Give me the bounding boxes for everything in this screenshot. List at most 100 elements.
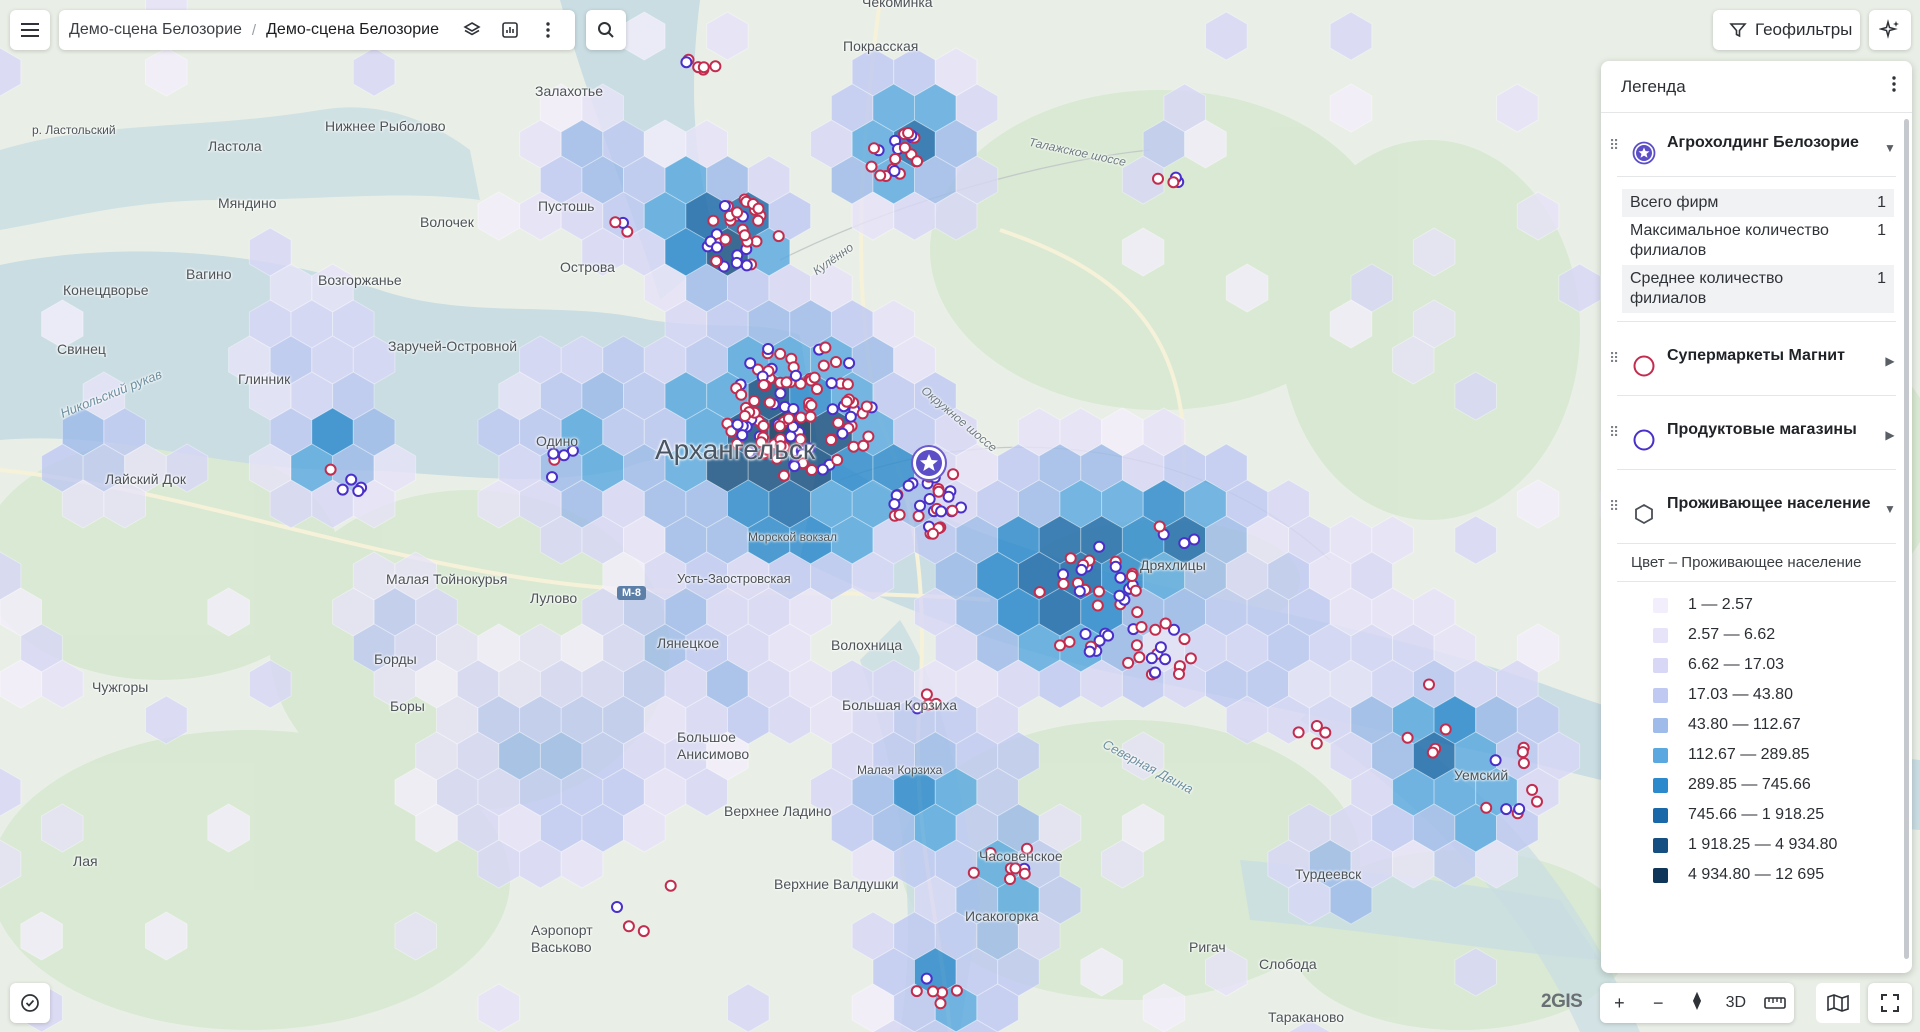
3d-toggle-button[interactable]: 3D (1716, 994, 1755, 1012)
magnit-store-marker[interactable] (1130, 639, 1143, 652)
magnit-store-marker[interactable] (934, 997, 947, 1010)
grocery-store-marker[interactable] (825, 377, 838, 390)
magnit-store-marker[interactable] (664, 879, 677, 892)
magnit-store-marker[interactable] (738, 410, 751, 422)
grocery-store-marker[interactable] (558, 449, 570, 462)
grocery-store-marker[interactable] (718, 200, 731, 212)
magnit-store-marker[interactable] (697, 61, 710, 74)
magnit-store-marker[interactable] (1149, 623, 1162, 636)
grocery-store-marker[interactable] (774, 387, 787, 400)
grocery-store-marker[interactable] (789, 369, 802, 382)
magnit-store-marker[interactable] (865, 160, 878, 173)
magnit-store-marker[interactable] (1004, 873, 1016, 885)
grocery-store-marker[interactable] (1513, 803, 1526, 815)
magnit-store-marker[interactable] (719, 233, 732, 246)
magnit-store-marker[interactable] (752, 202, 765, 215)
magnit-store-marker[interactable] (950, 984, 963, 997)
fullscreen-button[interactable] (1868, 983, 1912, 1023)
grocery-store-marker[interactable] (611, 901, 623, 913)
legend-layer-agroholding[interactable]: ⠿ Агрохолдинг Белозорие ▼ (1601, 113, 1912, 176)
magnit-store-marker[interactable] (738, 229, 751, 242)
ai-assistant-button[interactable] (1869, 10, 1911, 50)
legend-layer-magnit[interactable]: ⠿ Супермаркеты Магнит ▶ (1601, 322, 1912, 395)
grocery-store-marker[interactable] (1149, 666, 1162, 679)
magnit-store-marker[interactable] (1167, 176, 1180, 189)
magnit-store-marker[interactable] (1057, 577, 1070, 590)
more-vertical-icon[interactable] (1892, 76, 1896, 97)
grocery-store-marker[interactable] (1073, 585, 1086, 598)
magnit-store-marker[interactable] (1009, 862, 1022, 875)
magnit-store-marker[interactable] (1159, 617, 1172, 630)
magnit-store-marker[interactable] (947, 468, 960, 481)
magnit-store-marker[interactable] (757, 419, 770, 432)
magnit-store-marker[interactable] (1516, 746, 1529, 759)
history-button[interactable] (10, 983, 50, 1023)
magnit-store-marker[interactable] (811, 383, 823, 396)
magnit-store-marker[interactable] (831, 454, 844, 466)
magnit-store-marker[interactable] (868, 142, 880, 155)
magnit-store-marker[interactable] (707, 214, 720, 227)
grocery-store-marker[interactable] (1188, 533, 1201, 546)
magnit-store-marker[interactable] (772, 230, 785, 243)
magnit-store-marker[interactable] (1178, 633, 1191, 646)
magnit-store-marker[interactable] (898, 141, 911, 154)
more-vertical-icon[interactable] (531, 13, 565, 47)
magnit-store-marker[interactable] (1122, 656, 1135, 669)
magnit-store-marker[interactable] (778, 469, 790, 482)
magnit-store-marker[interactable] (710, 255, 723, 268)
grocery-store-marker[interactable] (935, 505, 948, 518)
magnit-store-marker[interactable] (324, 463, 337, 476)
grocery-store-marker[interactable] (1159, 653, 1172, 666)
magnit-store-marker[interactable] (773, 420, 786, 433)
magnit-store-marker[interactable] (1184, 652, 1197, 665)
magnit-store-marker[interactable] (1401, 731, 1414, 744)
drag-handle-icon[interactable]: ⠿ (1609, 499, 1625, 513)
magnit-store-marker[interactable] (1018, 867, 1031, 880)
magnit-store-marker[interactable] (1526, 783, 1539, 796)
legend-layer-grocery[interactable]: ⠿ Продуктовые магазины ▶ (1601, 396, 1912, 469)
legend-layer-population[interactable]: ⠿ Проживающее население ▼ (1601, 470, 1912, 543)
magnit-store-marker[interactable] (841, 378, 854, 391)
magnit-store-marker[interactable] (1480, 801, 1493, 814)
grocery-store-marker[interactable] (920, 972, 933, 985)
zoom-out-button[interactable]: − (1639, 993, 1678, 1014)
grocery-store-marker[interactable] (1083, 645, 1096, 658)
magnit-store-marker[interactable] (857, 439, 870, 452)
grocery-store-marker[interactable] (1154, 641, 1167, 654)
magnit-store-marker[interactable] (819, 341, 832, 354)
magnit-store-marker[interactable] (804, 410, 817, 423)
basemap-button[interactable] (1816, 983, 1860, 1023)
magnit-store-marker[interactable] (1133, 651, 1146, 664)
agroholding-marker[interactable] (911, 445, 947, 481)
magnit-store-marker[interactable] (1091, 599, 1104, 612)
grocery-store-marker[interactable] (1109, 560, 1122, 573)
grocery-store-marker[interactable] (547, 447, 560, 460)
magnit-store-marker[interactable] (1152, 172, 1164, 185)
magnit-store-marker[interactable] (637, 925, 650, 938)
magnit-store-marker[interactable] (774, 347, 787, 360)
grocery-store-marker[interactable] (888, 165, 901, 177)
magnit-store-marker[interactable] (847, 440, 860, 453)
magnit-store-marker[interactable] (902, 127, 915, 139)
grocery-store-marker[interactable] (844, 410, 857, 423)
chevron-down-icon[interactable]: ▼ (1880, 141, 1900, 155)
grocery-store-marker[interactable] (1093, 540, 1106, 553)
grocery-store-marker[interactable] (740, 259, 753, 272)
magnit-store-marker[interactable] (832, 416, 845, 429)
grocery-store-marker[interactable] (843, 357, 856, 370)
grocery-store-marker[interactable] (1102, 629, 1115, 642)
grocery-store-marker[interactable] (836, 427, 849, 440)
grocery-store-marker[interactable] (711, 241, 723, 254)
grocery-store-marker[interactable] (1079, 628, 1092, 640)
magnit-store-marker[interactable] (731, 206, 744, 219)
drag-handle-icon[interactable]: ⠿ (1609, 138, 1625, 152)
magnit-store-marker[interactable] (1439, 723, 1452, 736)
magnit-store-marker[interactable] (889, 153, 902, 165)
magnit-store-marker[interactable] (1129, 584, 1142, 597)
magnit-store-marker[interactable] (735, 388, 748, 401)
layers-icon[interactable] (455, 13, 489, 47)
magnit-store-marker[interactable] (840, 395, 853, 408)
grocery-store-marker[interactable] (762, 343, 775, 355)
grocery-store-marker[interactable] (744, 357, 757, 370)
drag-handle-icon[interactable]: ⠿ (1609, 351, 1625, 365)
